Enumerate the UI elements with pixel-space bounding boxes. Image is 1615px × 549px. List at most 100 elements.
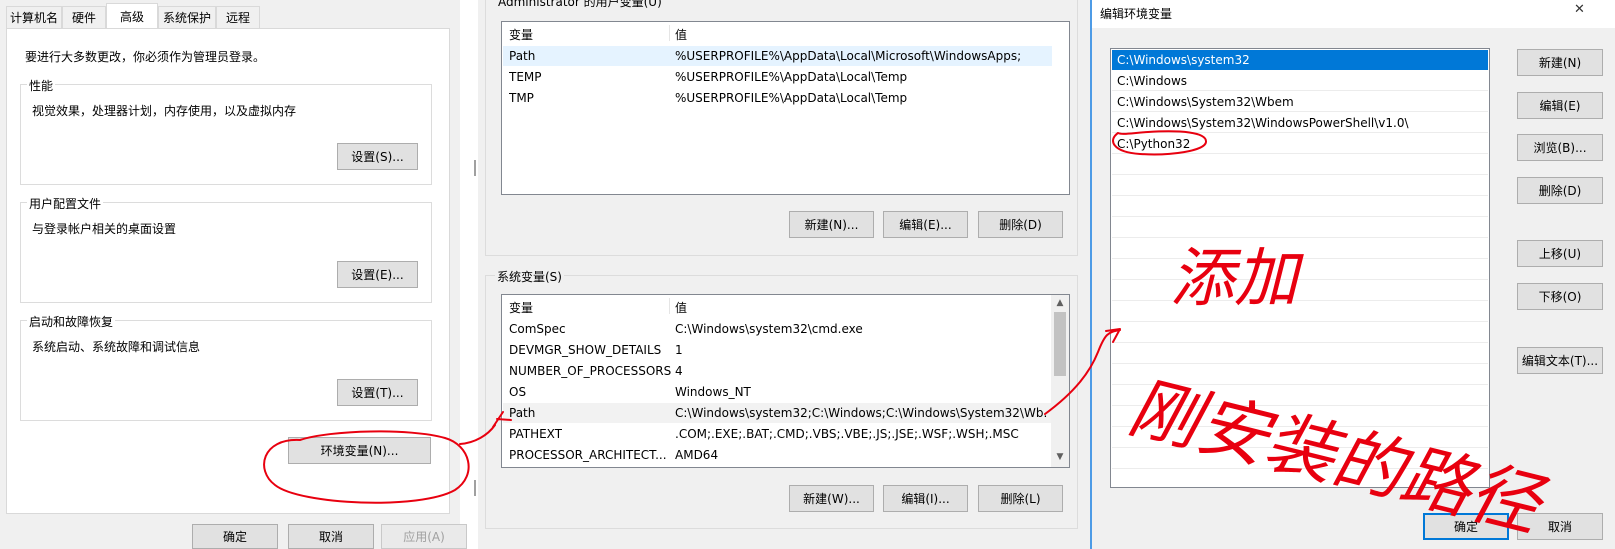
- scroll-down-arrow[interactable]: ▼: [1055, 452, 1065, 462]
- column-header-value[interactable]: 值: [675, 299, 687, 316]
- system-delete-button[interactable]: 删除(L): [978, 485, 1063, 512]
- table-row[interactable]: NUMBER_OF_PROCESSORS 4: [503, 361, 1052, 381]
- startup-recovery-group-title: 启动和故障恢复: [27, 313, 116, 330]
- list-item[interactable]: C:\Windows\System32\WindowsPowerShell\v1…: [1112, 113, 1488, 133]
- list-item-empty[interactable]: [1112, 218, 1488, 238]
- column-header-variable[interactable]: 变量: [509, 299, 533, 316]
- variable-value: Windows_NT: [675, 385, 751, 399]
- system-new-button[interactable]: 新建(W)...: [789, 485, 874, 512]
- variable-value: %USERPROFILE%\AppData\Local\Temp: [675, 91, 908, 105]
- column-header-value[interactable]: 值: [675, 26, 687, 43]
- path-delete-button[interactable]: 删除(D): [1517, 177, 1603, 204]
- table-row[interactable]: TEMP %USERPROFILE%\AppData\Local\Temp: [503, 67, 1052, 87]
- environment-variables-button[interactable]: 环境变量(N)...: [288, 437, 431, 464]
- path-list[interactable]: C:\Windows\system32 C:\Windows C:\Window…: [1110, 48, 1490, 488]
- dialog-cancel-button[interactable]: 取消: [1517, 513, 1603, 540]
- environment-variables-panel: Administrator 的用户变量(U) 变量 值 Path %USERPR…: [478, 0, 1090, 549]
- table-row[interactable]: TMP %USERPROFILE%\AppData\Local\Temp: [503, 88, 1052, 108]
- scroll-thumb[interactable]: [1054, 312, 1066, 376]
- panel-divider-mark: [474, 160, 476, 176]
- user-new-button[interactable]: 新建(N)...: [789, 211, 874, 238]
- move-down-button[interactable]: 下移(O): [1517, 283, 1603, 310]
- tab-hardware[interactable]: 硬件: [62, 6, 106, 28]
- user-edit-button[interactable]: 编辑(E)...: [883, 211, 968, 238]
- dialog-title: 编辑环境变量: [1100, 7, 1173, 21]
- list-header: 变量 值: [502, 295, 1069, 317]
- list-item-empty[interactable]: [1112, 197, 1488, 217]
- path-new-button[interactable]: 新建(N): [1517, 49, 1603, 76]
- path-edit-button[interactable]: 编辑(E): [1517, 92, 1603, 119]
- list-item-empty[interactable]: [1112, 344, 1488, 364]
- tab-system-protection[interactable]: 系统保护: [158, 6, 216, 28]
- variable-value: %USERPROFILE%\AppData\Local\Microsoft\Wi…: [675, 49, 1022, 63]
- path-browse-button[interactable]: 浏览(B)...: [1517, 134, 1603, 161]
- list-item-empty[interactable]: [1112, 386, 1488, 406]
- column-header-variable[interactable]: 变量: [509, 26, 533, 43]
- scroll-up-arrow[interactable]: ▲: [1055, 298, 1065, 308]
- panel-divider: [470, 0, 478, 549]
- admin-notice: 要进行大多数更改，你必须作为管理员登录。: [25, 50, 266, 64]
- column-separator[interactable]: [669, 298, 670, 314]
- list-item-empty[interactable]: [1112, 176, 1488, 196]
- list-item[interactable]: C:\Windows\system32: [1112, 50, 1488, 70]
- startup-recovery-settings-button[interactable]: 设置(T)...: [337, 379, 418, 406]
- table-row[interactable]: Path %USERPROFILE%\AppData\Local\Microso…: [503, 46, 1052, 66]
- performance-settings-button[interactable]: 设置(S)...: [337, 143, 418, 170]
- dialog-ok-button[interactable]: 确定: [1423, 513, 1509, 540]
- edit-environment-variable-dialog: 编辑环境变量 ✕ C:\Windows\system32 C:\Windows …: [1092, 0, 1615, 549]
- list-item-empty[interactable]: [1112, 323, 1488, 343]
- scrollbar-vertical[interactable]: ▲ ▼: [1051, 295, 1069, 467]
- table-row[interactable]: PROCESSOR_ARCHITECT... AMD64: [503, 445, 1052, 465]
- panel-divider-mark: [474, 480, 476, 496]
- variable-name: TEMP: [509, 70, 542, 84]
- user-delete-button[interactable]: 删除(D): [978, 211, 1063, 238]
- list-item[interactable]: C:\Python32: [1112, 134, 1488, 154]
- variable-name: Path: [509, 406, 536, 420]
- list-item-empty[interactable]: [1112, 428, 1488, 448]
- list-item-empty[interactable]: [1112, 281, 1488, 301]
- cancel-button[interactable]: 取消: [288, 524, 374, 549]
- variable-name: Path: [509, 49, 536, 63]
- tab-computer-name[interactable]: 计算机名: [6, 6, 62, 28]
- list-item-empty[interactable]: [1112, 365, 1488, 385]
- user-variables-list[interactable]: 变量 值 Path %USERPROFILE%\AppData\Local\Mi…: [501, 21, 1070, 195]
- system-variables-list[interactable]: 变量 值 ComSpec C:\Windows\system32\cmd.exe…: [501, 294, 1070, 468]
- table-row[interactable]: Path C:\Windows\system32;C:\Windows;C:\W…: [503, 403, 1052, 423]
- system-variables-title: 系统变量(S): [495, 268, 564, 285]
- edit-text-button[interactable]: 编辑文本(T)...: [1517, 347, 1603, 374]
- variable-name: PATHEXT: [509, 427, 563, 441]
- advanced-tab-page: 要进行大多数更改，你必须作为管理员登录。 性能 视觉效果，处理器计划，内存使用，…: [6, 28, 450, 514]
- list-item-empty[interactable]: [1112, 302, 1488, 322]
- table-row[interactable]: OS Windows_NT: [503, 382, 1052, 402]
- tab-advanced[interactable]: 高级: [106, 3, 158, 29]
- list-item[interactable]: C:\Windows: [1112, 71, 1488, 91]
- move-up-button[interactable]: 上移(U): [1517, 240, 1603, 267]
- variable-value: 1: [675, 343, 683, 357]
- list-item-empty[interactable]: [1112, 239, 1488, 259]
- variable-name: ComSpec: [509, 322, 566, 336]
- table-row[interactable]: DEVMGR_SHOW_DETAILS 1: [503, 340, 1052, 360]
- list-item-empty[interactable]: [1112, 449, 1488, 469]
- variable-value: AMD64: [675, 448, 719, 462]
- list-item-empty[interactable]: [1112, 407, 1488, 427]
- system-edit-button[interactable]: 编辑(I)...: [883, 485, 968, 512]
- list-item-empty[interactable]: [1112, 470, 1488, 487]
- list-item-empty[interactable]: [1112, 155, 1488, 175]
- ok-button[interactable]: 确定: [192, 524, 278, 549]
- list-item[interactable]: C:\Windows\System32\Wbem: [1112, 92, 1488, 112]
- tab-remote[interactable]: 远程: [216, 6, 260, 28]
- variable-value: C:\Windows\system32;C:\Windows;C:\Window…: [675, 406, 1047, 420]
- variable-value: C:\Windows\system32\cmd.exe: [675, 322, 863, 336]
- user-profile-settings-button[interactable]: 设置(E)...: [337, 261, 418, 288]
- user-profile-group-title: 用户配置文件: [27, 195, 104, 212]
- user-profile-desc: 与登录帐户相关的桌面设置: [32, 222, 177, 236]
- variable-name: TMP: [509, 91, 534, 105]
- performance-group-title: 性能: [27, 77, 56, 94]
- table-row[interactable]: ComSpec C:\Windows\system32\cmd.exe: [503, 319, 1052, 339]
- table-row[interactable]: PATHEXT .COM;.EXE;.BAT;.CMD;.VBS;.VBE;.J…: [503, 424, 1052, 444]
- list-item-empty[interactable]: [1112, 260, 1488, 280]
- column-separator[interactable]: [669, 25, 670, 41]
- close-icon[interactable]: ✕: [1574, 2, 1585, 17]
- apply-button[interactable]: 应用(A): [381, 524, 467, 549]
- variable-value: 4: [675, 364, 683, 378]
